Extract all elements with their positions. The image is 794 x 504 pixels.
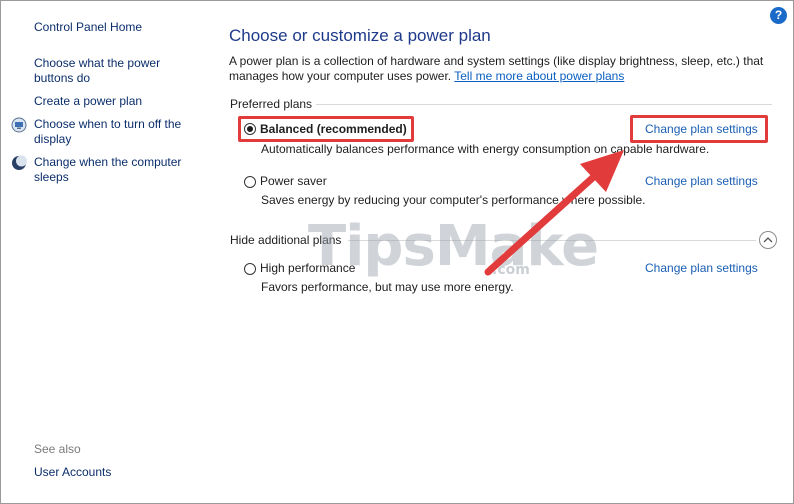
annotation-arrow xyxy=(484,150,624,276)
